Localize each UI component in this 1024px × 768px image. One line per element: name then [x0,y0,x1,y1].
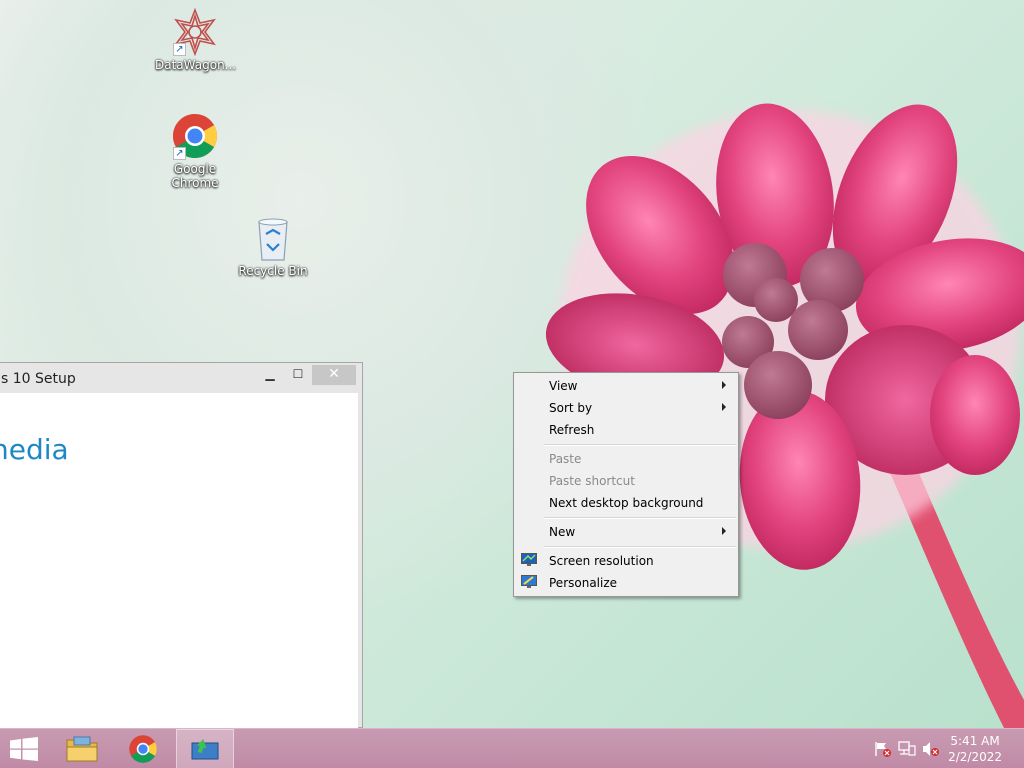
setup-taskbar-button[interactable] [176,729,234,768]
menu-item-view[interactable]: View [516,375,736,397]
volume-muted-icon[interactable] [922,741,940,757]
clock-time: 5:41 AM [950,734,1000,748]
folder-icon [66,736,98,762]
menu-item-label: Screen resolution [549,554,654,568]
menu-item-label: Refresh [549,423,595,437]
desktop-icon-label: DataWagon... [155,58,237,72]
submenu-arrow-icon [722,381,726,389]
menu-item-paste-shortcut[interactable]: Paste shortcut [516,470,736,492]
chrome-taskbar-button[interactable] [114,729,172,768]
file-explorer-button[interactable] [54,729,112,768]
menu-item-label: Paste [549,452,582,466]
network-icon[interactable] [898,741,916,757]
minimize-button[interactable]: ▁ [256,365,284,385]
menu-item-screen-resolution[interactable]: Screen resolution [516,550,736,572]
desktop-icon-label: Recycle Bin [238,264,308,278]
desktop-context-menu: View Sort by Refresh Paste Paste shortcu… [513,372,739,597]
chrome-icon [129,735,157,763]
menu-item-new[interactable]: New [516,521,736,543]
display-icon [521,553,537,566]
taskbar: 5:41 AM 2/2/2022 [0,728,1024,768]
windows-logo-icon [10,737,38,761]
setup-icon [191,739,219,760]
menu-item-label: New [549,525,576,539]
menu-item-personalize[interactable]: Personalize [516,572,736,594]
menu-item-sort-by[interactable]: Sort by [516,397,736,419]
setup-heading: nedia [0,433,69,466]
submenu-arrow-icon [722,403,726,411]
menu-separator [544,517,736,519]
chrome-icon: ↗ [171,112,219,160]
shortcut-arrow-icon: ↗ [173,147,186,160]
menu-separator [544,444,736,446]
menu-item-next-desktop-background[interactable]: Next desktop background [516,492,736,514]
clock-date: 2/2/2022 [948,750,1002,764]
datawagon-icon: ↗ [171,7,219,57]
setup-content: nedia [0,393,358,728]
window-title: s 10 Setup [1,371,76,387]
menu-item-label: Paste shortcut [549,474,635,488]
start-button[interactable] [0,729,58,768]
personalize-icon [521,575,537,588]
action-center-flag-icon[interactable] [874,741,892,757]
submenu-arrow-icon [722,527,726,535]
maximize-button[interactable]: ☐ [284,365,312,385]
desktop[interactable]: ↗ DataWagon... ↗ Google Chrome Recycle B… [0,0,1024,728]
menu-item-paste[interactable]: Paste [516,448,736,470]
desktop-icon-label: Google Chrome [171,162,219,190]
menu-item-refresh[interactable]: Refresh [516,419,736,441]
menu-separator [544,546,736,548]
menu-item-label: Sort by [549,401,593,415]
menu-item-label: Next desktop background [549,496,704,510]
desktop-icon-chrome[interactable]: ↗ Google Chrome [155,112,235,190]
desktop-icon-recycle-bin[interactable]: Recycle Bin [233,214,313,278]
menu-item-label: View [549,379,578,393]
shortcut-arrow-icon: ↗ [173,43,186,56]
system-tray [872,729,942,768]
window-controls: ▁ ☐ ✕ [256,365,356,385]
setup-window[interactable]: s 10 Setup ▁ ☐ ✕ nedia [0,362,363,728]
desktop-icon-datawagon[interactable]: ↗ DataWagon... [155,7,237,72]
recycle-bin-icon [249,214,297,262]
taskbar-clock[interactable]: 5:41 AM 2/2/2022 [948,733,1002,765]
menu-item-label: Personalize [549,576,618,590]
close-button[interactable]: ✕ [312,365,356,385]
